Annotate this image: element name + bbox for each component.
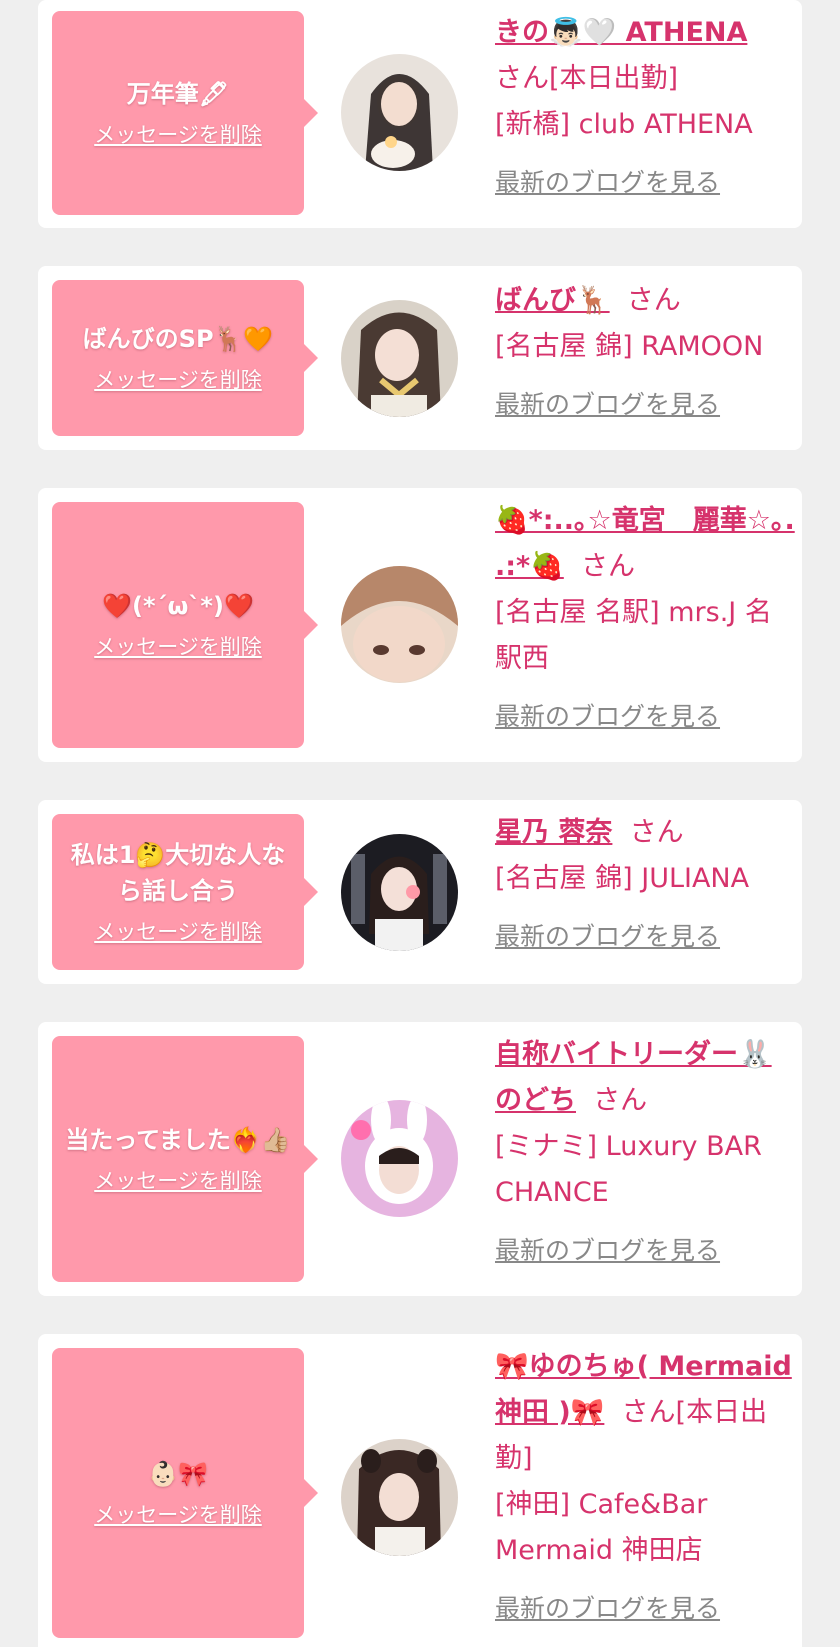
latest-blog-link[interactable]: 最新のブログを見る xyxy=(495,694,795,740)
girl-info: 🎀ゆのちゅ( Mermaid 神田 )🎀 さん[本日出勤] [神田] Cafe&… xyxy=(495,1344,795,1632)
message-text: 万年筆🖋 xyxy=(126,80,230,108)
latest-blog-link[interactable]: 最新のブログを見る xyxy=(495,1228,795,1274)
girl-info: 星乃 蓉奈 さん [名古屋 錦] JULIANA 最新のブログを見る xyxy=(495,810,795,960)
message-bubble: 私は1🤔大切な人なら話し合う メッセージを削除 xyxy=(52,814,318,970)
delete-message-link[interactable]: メッセージを削除 xyxy=(94,632,262,662)
favorite-card: 万年筆🖋 メッセージを削除 きの👼🏻🤍 ATHENA さん[本日出勤] [新橋]… xyxy=(38,0,802,228)
message-bubble: ❤️(*´ω`*)❤️ メッセージを削除 xyxy=(52,502,318,748)
favorite-card: 当たってました❤️‍🔥👍🏼 メッセージを削除 自称バイトリーダー🐰のどち さん … xyxy=(38,1022,802,1296)
avatar[interactable] xyxy=(341,834,458,951)
message-text: 👶🏻🎀 xyxy=(148,1460,208,1488)
avatar[interactable] xyxy=(341,1439,458,1556)
girl-name-link[interactable]: 🍓*:..｡☆竜宮 麗華☆｡. .:*🍓 xyxy=(495,505,795,582)
shop-name: [名古屋 名駅] mrs.J 名駅西 xyxy=(495,597,772,674)
girl-info: 自称バイトリーダー🐰のどち さん [ミナミ] Luxury BAR CHANCE… xyxy=(495,1032,795,1274)
girl-status: さん xyxy=(580,551,635,582)
shop-name: [名古屋 錦] JULIANA xyxy=(495,863,750,894)
shop-name: [ミナミ] Luxury BAR CHANCE xyxy=(495,1131,762,1208)
latest-blog-link[interactable]: 最新のブログを見る xyxy=(495,160,795,206)
girl-name-link[interactable]: ばんび🦌 xyxy=(495,285,610,316)
favorite-card: ばんびのSP🦌🧡 メッセージを削除 ばんび🦌 さん [名古屋 錦] RAMOON… xyxy=(38,266,802,450)
message-text: ❤️(*´ω`*)❤️ xyxy=(102,592,254,620)
latest-blog-link[interactable]: 最新のブログを見る xyxy=(495,1586,795,1632)
delete-message-link[interactable]: メッセージを削除 xyxy=(94,917,262,947)
message-bubble: ばんびのSP🦌🧡 メッセージを削除 xyxy=(52,280,318,436)
delete-message-link[interactable]: メッセージを削除 xyxy=(94,1166,262,1196)
latest-blog-link[interactable]: 最新のブログを見る xyxy=(495,382,795,428)
girl-name-link[interactable]: きの👼🏻🤍 ATHENA xyxy=(495,17,747,48)
girl-status: さん xyxy=(626,285,681,316)
avatar[interactable] xyxy=(341,300,458,417)
girl-name-link[interactable]: 星乃 蓉奈 xyxy=(495,817,612,848)
avatar[interactable] xyxy=(341,566,458,683)
girl-status: さん[本日出勤] xyxy=(495,63,679,94)
message-text: 私は1🤔大切な人なら話し合う xyxy=(70,841,286,905)
message-text: 当たってました❤️‍🔥👍🏼 xyxy=(65,1126,291,1154)
avatar[interactable] xyxy=(341,54,458,171)
shop-name: [名古屋 錦] RAMOON xyxy=(495,331,764,362)
shop-name: [神田] Cafe&Bar Mermaid 神田店 xyxy=(495,1489,708,1566)
girl-status: さん xyxy=(629,817,684,848)
message-bubble: 万年筆🖋 メッセージを削除 xyxy=(52,11,318,215)
girl-status: さん xyxy=(593,1085,648,1116)
delete-message-link[interactable]: メッセージを削除 xyxy=(94,1500,262,1530)
message-text: ばんびのSP🦌🧡 xyxy=(82,325,274,353)
delete-message-link[interactable]: メッセージを削除 xyxy=(94,120,262,150)
delete-message-link[interactable]: メッセージを削除 xyxy=(94,365,262,395)
shop-name: [新橋] club ATHENA xyxy=(495,109,753,140)
avatar[interactable] xyxy=(341,1100,458,1217)
message-bubble: 👶🏻🎀 メッセージを削除 xyxy=(52,1348,318,1638)
favorite-card: 👶🏻🎀 メッセージを削除 🎀ゆのちゅ( Mermaid 神田 )🎀 さん[本日出… xyxy=(38,1334,802,1647)
latest-blog-link[interactable]: 最新のブログを見る xyxy=(495,914,795,960)
girl-info: きの👼🏻🤍 ATHENA さん[本日出勤] [新橋] club ATHENA 最… xyxy=(495,10,795,206)
message-bubble: 当たってました❤️‍🔥👍🏼 メッセージを削除 xyxy=(52,1036,318,1282)
favorite-card: ❤️(*´ω`*)❤️ メッセージを削除 🍓*:..｡☆竜宮 麗華☆｡. .:*… xyxy=(38,488,802,762)
girl-info: 🍓*:..｡☆竜宮 麗華☆｡. .:*🍓 さん [名古屋 名駅] mrs.J 名… xyxy=(495,498,795,740)
favorite-card: 私は1🤔大切な人なら話し合う メッセージを削除 星乃 蓉奈 さん [名古屋 錦]… xyxy=(38,800,802,984)
girl-info: ばんび🦌 さん [名古屋 錦] RAMOON 最新のブログを見る xyxy=(495,278,795,428)
